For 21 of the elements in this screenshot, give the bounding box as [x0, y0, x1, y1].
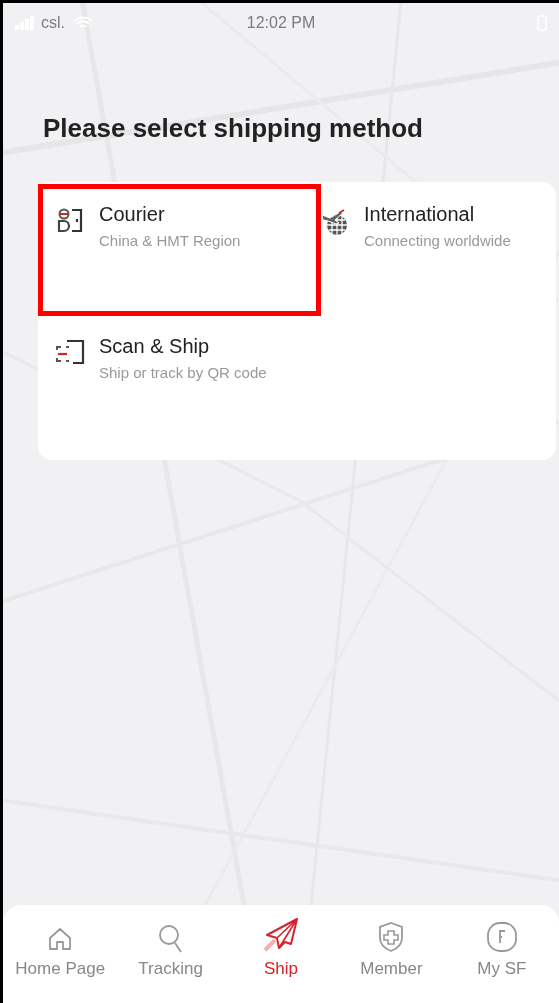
- search-icon: [156, 923, 185, 953]
- wifi-icon: [73, 16, 93, 30]
- tab-item[interactable]: Home Page: [5, 915, 116, 1003]
- paper-plane-icon: [263, 917, 299, 953]
- page-title: Please select shipping method: [43, 113, 424, 144]
- clock-time: 12:02 PM: [246, 14, 316, 31]
- option-subtitle: Connecting worldwide: [364, 232, 511, 249]
- tab-item[interactable]: My SF: [446, 915, 558, 1003]
- courier-icon: [57, 207, 83, 233]
- shield-plus-icon: [377, 921, 406, 953]
- globe-plane-icon: [320, 207, 350, 237]
- tab-item[interactable]: Tracking: [115, 915, 226, 1003]
- profile-icon: [485, 921, 518, 953]
- carrier-name: csl.: [41, 14, 65, 32]
- option-subtitle: China & HMT Region: [99, 232, 241, 249]
- scan-icon: [55, 339, 85, 365]
- tab-item[interactable]: Ship: [225, 915, 337, 1003]
- shipping-option[interactable]: Scan & Ship Ship or track by QR code: [38, 316, 321, 448]
- tab-item[interactable]: Member: [336, 915, 447, 1003]
- shipping-option[interactable]: Courier China & HMT Region: [38, 184, 321, 316]
- option-subtitle: Ship or track by QR code: [99, 364, 267, 381]
